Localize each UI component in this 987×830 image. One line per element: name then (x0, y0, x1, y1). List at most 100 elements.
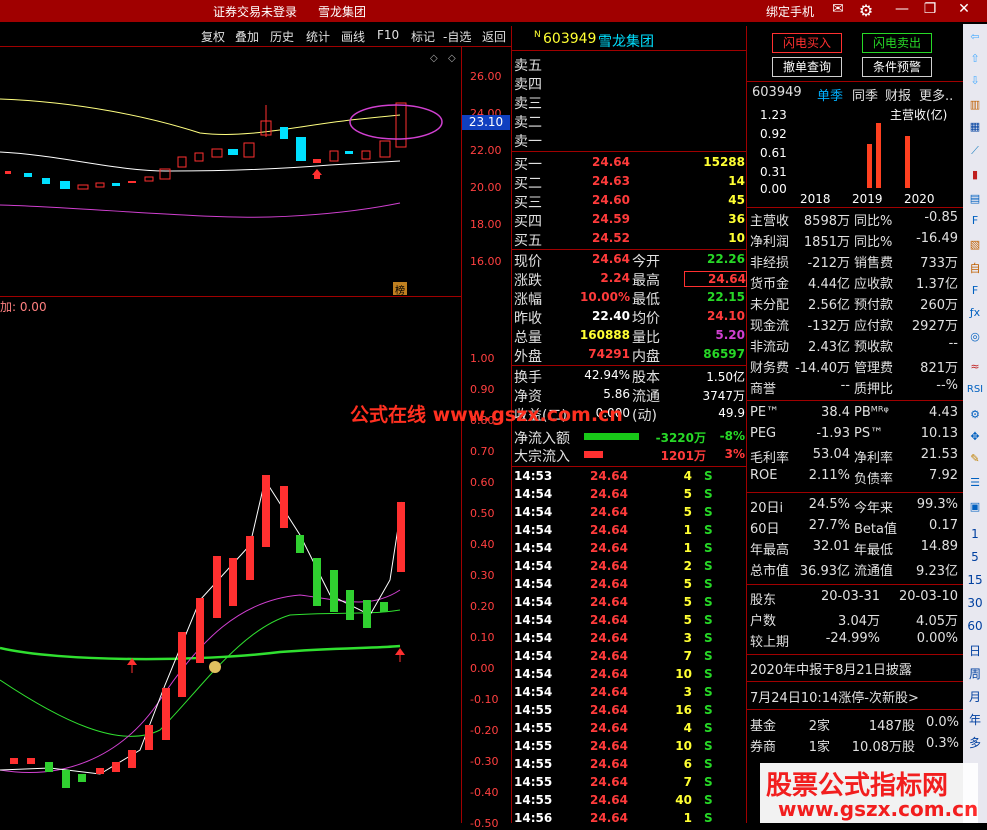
pencil-icon[interactable]: ✎ (965, 452, 985, 470)
tick-list[interactable]: 14:53 24.64 4 S 14:54 24.64 5 S 14:54 24.64 5 S 14:5… (514, 468, 746, 823)
toolbar-mark[interactable]: 标记 (411, 28, 435, 45)
restore-icon[interactable]: ❐ (920, 1, 940, 17)
flow-label: 大宗流入 (514, 449, 570, 465)
period-5[interactable]: 5 (965, 550, 985, 568)
flash-sell-button[interactable]: 闪电卖出 (862, 33, 932, 53)
tab-code[interactable]: 603949 (752, 85, 802, 100)
mail-icon[interactable]: ✉ (828, 1, 848, 17)
move-icon[interactable]: ✥ (965, 430, 985, 448)
price-tick: 22.00 (470, 144, 502, 157)
extra-value: 5.86 (603, 387, 630, 401)
minimize-icon[interactable]: — (892, 1, 912, 17)
circle-icon[interactable]: ◎ (965, 330, 985, 348)
report-notice[interactable]: 2020年中报于8月21日披露 (750, 659, 912, 678)
tab-report[interactable]: 财报 (885, 85, 911, 104)
finance-icon[interactable]: 自 (965, 260, 985, 278)
tick-price: 24.64 (590, 703, 628, 717)
tick-time: 14:53 (514, 469, 553, 483)
kline-chart[interactable]: ◇ ◇ (0, 47, 461, 296)
toolbar-overlay[interactable]: 叠加 (235, 28, 259, 45)
period-月[interactable]: 月 (965, 688, 985, 706)
formula-icon[interactable]: ƒx (965, 306, 985, 324)
divider (747, 709, 963, 710)
period-多[interactable]: 多 (965, 734, 985, 752)
row-value: 2.11% (808, 468, 850, 483)
divider (747, 654, 963, 655)
toolbar-draw[interactable]: 画线 (341, 28, 365, 45)
bang-tag[interactable]: 榜 (393, 282, 407, 297)
rsi-icon[interactable]: RSI (965, 384, 985, 402)
period-30[interactable]: 30 (965, 596, 985, 614)
period-15[interactable]: 15 (965, 573, 985, 591)
f-icon[interactable]: F (965, 284, 985, 302)
tick-side: S (704, 559, 713, 573)
toolbar-fuquan[interactable]: 复权 (201, 28, 225, 45)
row-label: 销售费 (854, 256, 894, 271)
tab-more[interactable]: 更多.. (919, 85, 953, 104)
cancel-order-button[interactable]: 撤单查询 (772, 57, 842, 77)
indicator-tick: 0.10 (470, 631, 495, 644)
period-1[interactable]: 1 (965, 527, 985, 545)
line-chart-icon[interactable]: ⟋ (965, 144, 985, 162)
extra-label: 换手 (514, 370, 542, 386)
indicator-tick: -0.50 (470, 817, 499, 830)
extra-label: (动) (632, 408, 657, 424)
period-周[interactable]: 周 (965, 665, 985, 683)
stat-value: 86597 (703, 347, 745, 361)
stat-label: 均价 (632, 311, 660, 327)
row-value: 27.7% (808, 518, 850, 533)
tick-time: 14:55 (514, 703, 553, 717)
bar-chart-icon[interactable]: ▥ (965, 98, 985, 116)
period-60[interactable]: 60 (965, 619, 985, 637)
toolbar-history[interactable]: 历史 (270, 28, 294, 45)
row-value: 4.44亿 (808, 277, 850, 292)
price-tick: 16.00 (470, 255, 502, 268)
gear-small-icon[interactable]: ⚙ (965, 408, 985, 426)
stat-label: 最高 (632, 273, 660, 289)
indicator-chart[interactable] (0, 300, 461, 823)
tab-same-quarter[interactable]: 同季 (852, 85, 878, 104)
divider (512, 466, 746, 467)
sell-level-5: 卖五 (514, 58, 542, 74)
table-icon[interactable]: ▤ (965, 192, 985, 210)
quote-header: N 603949 雪龙集团 (514, 28, 746, 50)
condition-alert-button[interactable]: 条件预警 (862, 57, 932, 77)
inst-label: 券商 (750, 740, 777, 755)
toolbar-stats[interactable]: 统计 (306, 28, 330, 45)
arrow-left-icon[interactable]: ⇦ (965, 30, 985, 48)
row-label: 质押比 (854, 382, 894, 397)
limit-up-notice[interactable]: 7月24日10:14涨停-次新股> (750, 687, 919, 706)
tick-volume: 10 (675, 739, 692, 753)
bind-phone-link[interactable]: 绑定手机 (766, 3, 814, 20)
stat-value: 22.15 (707, 290, 745, 304)
row-value: 38.4 (821, 405, 850, 420)
close-icon[interactable]: ✕ (954, 1, 974, 17)
grid-icon[interactable]: ▦ (965, 120, 985, 138)
tick-row: 14:55 24.64 16 S (514, 702, 746, 720)
buy-level-label: 买二 (514, 176, 542, 192)
arrow-down-icon[interactable]: ⇩ (965, 74, 985, 92)
arrow-up-icon[interactable]: ⇧ (965, 52, 985, 70)
holder-value: 4.05万 (916, 614, 958, 629)
period-年[interactable]: 年 (965, 711, 985, 729)
toolbar-f10[interactable]: F10 (377, 28, 399, 42)
f10-icon[interactable]: F (965, 214, 985, 232)
period-日[interactable]: 日 (965, 642, 985, 660)
box-icon[interactable]: ▣ (965, 500, 985, 518)
gear-icon[interactable]: ⚙ (856, 1, 876, 20)
tick-row: 14:54 24.64 1 S (514, 522, 746, 540)
wave-icon[interactable]: ≈ (965, 360, 985, 378)
news-icon[interactable]: ▧ (965, 238, 985, 256)
toolbar-watchlist[interactable]: -自选 (443, 28, 471, 45)
indicator-tick: -0.40 (470, 786, 499, 799)
row-label: 商誉 (750, 382, 777, 397)
candle-icon[interactable]: ▮ (965, 168, 985, 186)
trade-status: 证券交易未登录 (213, 5, 298, 19)
tick-time: 14:54 (514, 577, 553, 591)
indicator-tick: 0.00 (470, 662, 495, 675)
tab-quarter[interactable]: 单季 (817, 85, 843, 104)
flash-buy-button[interactable]: 闪电买入 (772, 33, 842, 53)
list-icon[interactable]: ☰ (965, 476, 985, 494)
toolbar-back[interactable]: 返回 (482, 28, 506, 45)
row-label: 今年来 (854, 501, 894, 516)
